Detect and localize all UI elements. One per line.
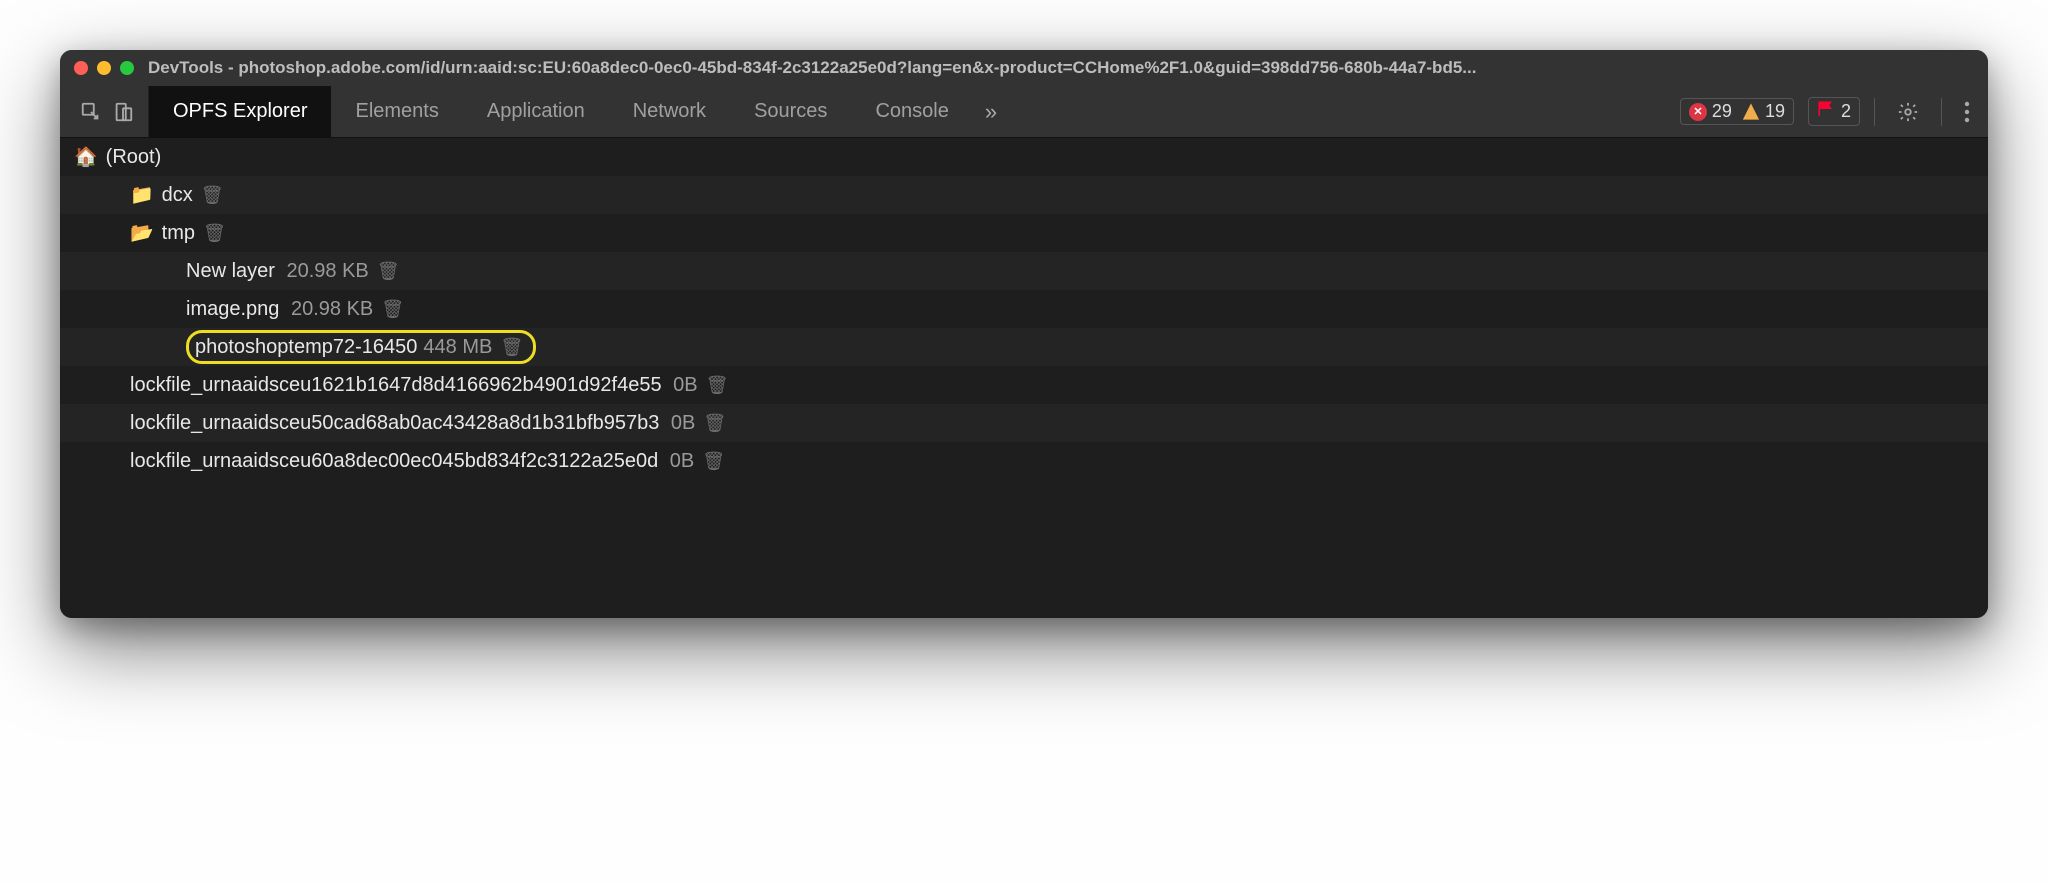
delete-button[interactable]: 🗑 (203, 223, 226, 243)
error-icon (1689, 103, 1707, 121)
warnings-counter: 19 (1742, 101, 1785, 122)
separator (1941, 98, 1942, 126)
issues-counter[interactable]: 2 (1808, 97, 1860, 126)
tree-entry: New layer 20.98 KB 🗑 (186, 260, 400, 283)
tabbar: OPFS Explorer Elements Application Netwo… (60, 86, 1988, 138)
delete-button[interactable]: 🗑 (381, 299, 404, 319)
tree-file[interactable]: lockfile_urnaaidsceu60a8dec00ec045bd834f… (60, 442, 1988, 480)
inspect-tools (66, 86, 149, 137)
tabbar-status: 29 19 2 (1670, 86, 1988, 137)
tree-entry: lockfile_urnaaidsceu50cad68ab0ac43428a8d… (130, 412, 726, 435)
errors-counter: 29 (1689, 101, 1732, 122)
issues-icon (1817, 100, 1835, 123)
entry-name: lockfile_urnaaidsceu60a8dec00ec045bd834f… (130, 450, 658, 472)
delete-button[interactable]: 🗑 (702, 451, 725, 471)
tab-console[interactable]: Console (851, 86, 972, 137)
highlighted-entry: photoshoptemp72-16450 448 MB 🗑 (186, 330, 536, 364)
settings-button[interactable] (1889, 101, 1927, 123)
tree-root[interactable]: 🏠 (Root) (60, 138, 1988, 176)
entry-name: lockfile_urnaaidsceu50cad68ab0ac43428a8d… (130, 412, 659, 434)
entry-size: 20.98 KB (285, 298, 373, 320)
entry-name: lockfile_urnaaidsceu1621b1647d8d4166962b… (130, 374, 662, 396)
folder-open-icon: 📂 (130, 223, 154, 244)
tree-entry: image.png 20.98 KB 🗑 (186, 298, 404, 321)
tree-file[interactable]: lockfile_urnaaidsceu1621b1647d8d4166962b… (60, 366, 1988, 404)
issues-count: 2 (1841, 101, 1851, 122)
tree-file[interactable]: photoshoptemp72-16450 448 MB 🗑 (60, 328, 1988, 366)
separator (1874, 98, 1875, 126)
home-icon: 🏠 (74, 145, 98, 169)
entry-size: 0B (665, 412, 695, 434)
entry-name: photoshoptemp72-16450 (195, 336, 417, 359)
tab-opfs-explorer[interactable]: OPFS Explorer (149, 86, 331, 137)
entry-size: 0B (664, 450, 694, 472)
entry-size: 0B (668, 374, 698, 396)
titlebar: DevTools - photoshop.adobe.com/id/urn:aa… (60, 50, 1988, 86)
warning-icon (1742, 103, 1760, 121)
console-counters[interactable]: 29 19 (1680, 98, 1794, 125)
minimize-window-button[interactable] (97, 61, 111, 75)
entry-name: New layer (186, 260, 275, 282)
delete-button[interactable]: 🗑 (706, 375, 729, 395)
entry-name: tmp (162, 222, 195, 244)
entry-size: 20.98 KB (281, 260, 369, 282)
delete-button[interactable]: 🗑 (201, 185, 224, 205)
zoom-window-button[interactable] (120, 61, 134, 75)
entry-name: dcx (162, 184, 193, 206)
more-button[interactable] (1956, 101, 1978, 123)
tab-sources[interactable]: Sources (730, 86, 851, 137)
folder-icon: 📁 (130, 185, 154, 206)
close-window-button[interactable] (74, 61, 88, 75)
delete-button[interactable]: 🗑 (377, 261, 400, 281)
tree-folder[interactable]: 📂 tmp 🗑 (60, 214, 1988, 252)
devtools-window: DevTools - photoshop.adobe.com/id/urn:aa… (60, 50, 1988, 618)
tree-file[interactable]: New layer 20.98 KB 🗑 (60, 252, 1988, 290)
tree-folder[interactable]: 📁 dcx 🗑 (60, 176, 1988, 214)
tree-file[interactable]: lockfile_urnaaidsceu50cad68ab0ac43428a8d… (60, 404, 1988, 442)
errors-count: 29 (1712, 101, 1732, 122)
delete-button[interactable]: 🗑 (703, 413, 726, 433)
tab-application[interactable]: Application (463, 86, 609, 137)
tree-entry: lockfile_urnaaidsceu1621b1647d8d4166962b… (130, 374, 728, 397)
warnings-count: 19 (1765, 101, 1785, 122)
tabs-overflow-button[interactable]: » (973, 86, 1009, 137)
tree-file[interactable]: image.png 20.98 KB 🗑 (60, 290, 1988, 328)
tab-network[interactable]: Network (609, 86, 730, 137)
entry-size: 448 MB (423, 336, 492, 359)
tree-entry: 📁 dcx 🗑 (130, 183, 224, 207)
tabs: OPFS Explorer Elements Application Netwo… (149, 86, 1009, 137)
inspect-element-icon[interactable] (80, 101, 102, 123)
window-controls (74, 61, 134, 75)
opfs-tree-panel: 🏠(Root)📁dcx🗑📂tmp🗑New layer 20.98 KB🗑imag… (60, 138, 1988, 618)
delete-button[interactable]: 🗑 (500, 337, 523, 358)
tree-entry: 📂 tmp 🗑 (130, 221, 226, 245)
tree-entry: lockfile_urnaaidsceu60a8dec00ec045bd834f… (130, 450, 725, 473)
root-label: (Root) (106, 146, 162, 169)
entry-name: image.png (186, 298, 279, 320)
tab-elements[interactable]: Elements (331, 86, 462, 137)
window-title: DevTools - photoshop.adobe.com/id/urn:aa… (148, 58, 1974, 78)
device-toolbar-icon[interactable] (112, 101, 134, 123)
